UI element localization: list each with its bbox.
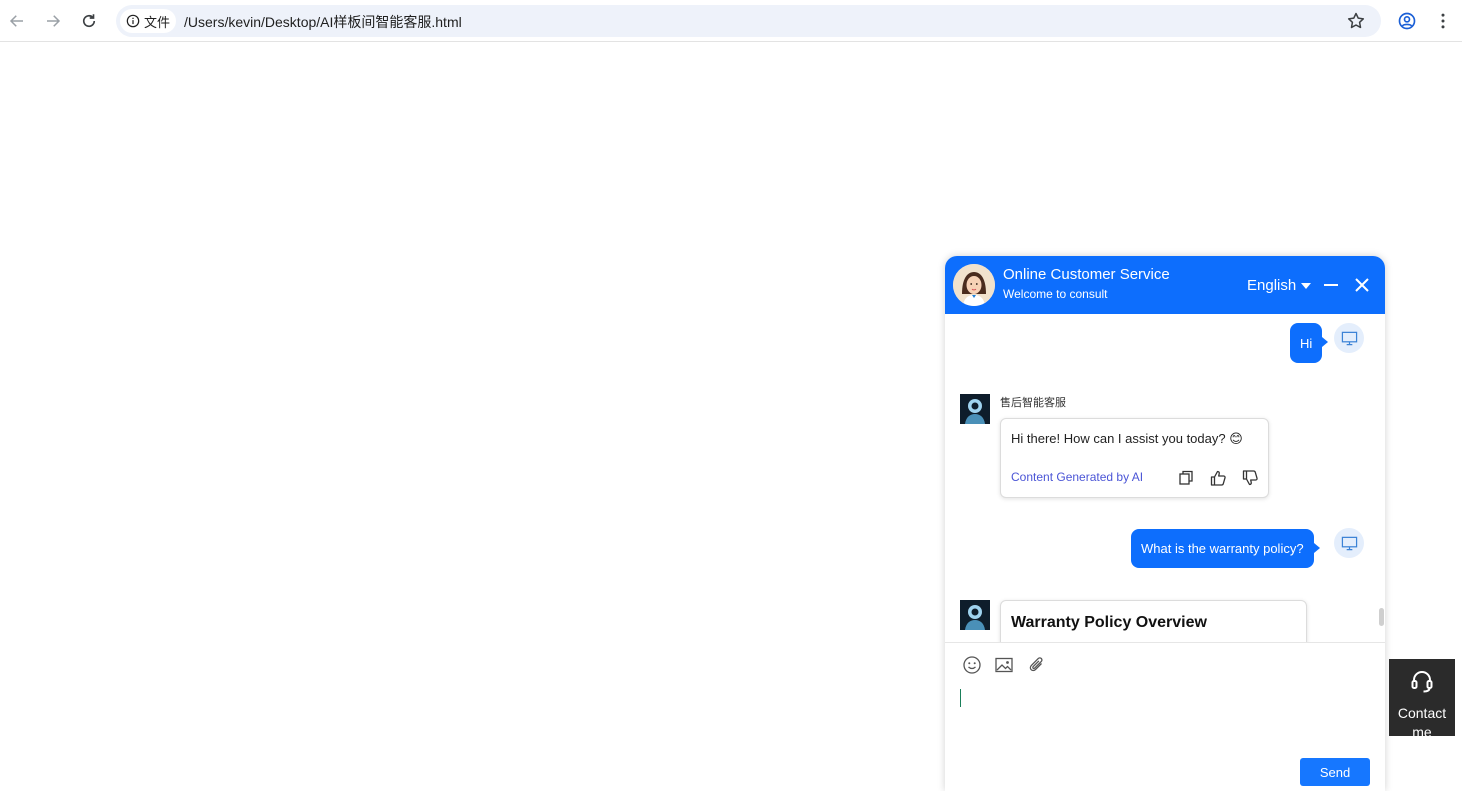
contact-me-label: Contact me [1397,705,1447,736]
scrollbar[interactable] [1379,608,1384,626]
paperclip-icon[interactable] [1027,655,1047,675]
minimize-icon[interactable] [1321,275,1341,295]
site-info-label: 文件 [144,14,171,30]
message-input[interactable] [960,689,961,707]
copy-icon[interactable] [1177,469,1195,487]
star-icon[interactable] [1346,11,1366,31]
site-info-chip[interactable]: 文件 [120,9,176,33]
forward-arrow-icon[interactable] [41,9,65,33]
image-icon[interactable] [994,655,1014,675]
browser-toolbar: 文件 /Users/kevin/Desktop/AI样板间智能客服.html [0,0,1462,42]
chat-window: Online Customer Service Welcome to consu… [945,256,1385,791]
bot-avatar [960,394,990,424]
profile-icon[interactable] [1396,10,1418,32]
back-arrow-icon[interactable] [5,9,29,33]
monitor-icon [1341,331,1357,345]
bot-message-card: Warranty Policy Overview [1000,600,1307,642]
info-icon [126,14,140,28]
user-avatar [1334,323,1364,353]
composer-divider [945,642,1385,643]
url-text[interactable]: /Users/kevin/Desktop/AI样板间智能客服.html [184,12,462,32]
address-bar[interactable]: 文件 /Users/kevin/Desktop/AI样板间智能客服.html [116,5,1381,37]
thumbs-up-icon[interactable] [1209,469,1227,487]
ai-generated-note: Content Generated by AI [1011,470,1144,484]
chat-subtitle: Welcome to consult [1003,287,1108,301]
menu-dots-icon[interactable] [1432,10,1454,32]
close-icon[interactable] [1352,275,1372,295]
bot-message-text: Hi there! How can I assist you today? 😊 [1011,431,1243,446]
agent-avatar [953,264,995,306]
bot-message-card: Hi there! How can I assist you today? 😊 … [1000,418,1269,498]
user-message: Hi [1290,323,1329,363]
thumbs-down-icon[interactable] [1241,469,1259,487]
user-avatar [1334,528,1364,558]
user-message-text: Hi [1300,335,1313,351]
chevron-down-icon [1301,282,1312,289]
user-message-text: What is the warranty policy? [1141,541,1304,556]
monitor-icon [1341,536,1357,550]
reload-icon[interactable] [77,9,101,33]
message-list[interactable]: Hi 售后智能客服 Hi there! How can I assist you… [945,314,1385,642]
bot-sender-name: 售后智能客服 [1000,397,1066,409]
chat-title: Online Customer Service [1003,266,1170,283]
warranty-title: Warranty Policy Overview [1011,614,1207,631]
emoji-icon[interactable] [962,655,982,675]
headset-icon [1411,671,1433,693]
language-label: English [1247,277,1297,294]
chat-header: Online Customer Service Welcome to consu… [945,256,1385,314]
user-message: What is the warranty policy? [1131,529,1320,568]
language-select[interactable]: English [1247,277,1312,294]
contact-me-button[interactable]: Contact me [1389,659,1455,736]
send-button[interactable]: Send [1300,758,1370,786]
bot-avatar [960,600,990,630]
